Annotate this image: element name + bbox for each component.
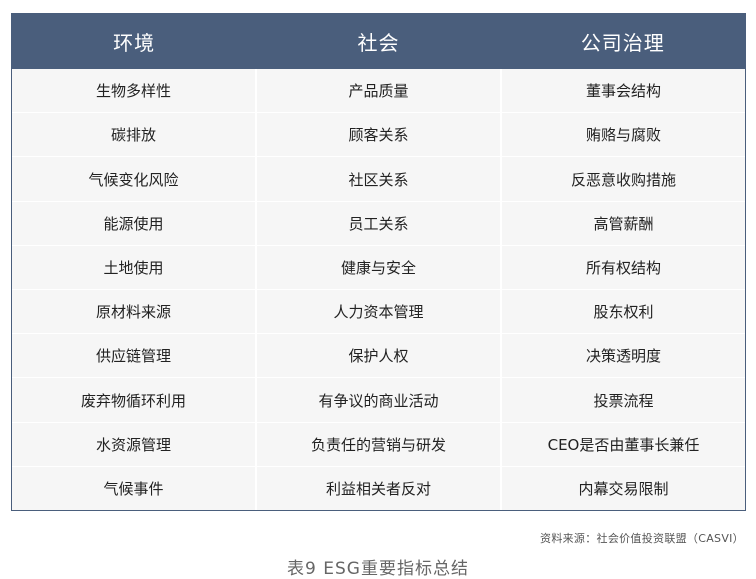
environment-cell: 原材料来源 (12, 290, 255, 334)
table-header-row: 环境 社会 公司治理 (12, 14, 745, 69)
governance-cell: 董事会结构 (500, 69, 745, 113)
governance-cell: 高管薪酬 (500, 201, 745, 245)
source-note: 资料来源：社会价值投资联盟（CASVI） (540, 532, 744, 545)
environment-cell: 水资源管理 (12, 422, 255, 466)
environment-cell: 生物多样性 (12, 69, 255, 113)
table-row: 碳排放 顾客关系 贿赂与腐败 (12, 113, 745, 158)
table-row: 水资源管理 负责任的营销与研发 CEO是否由董事长兼任 (12, 422, 745, 467)
governance-cell: 投票流程 (500, 378, 745, 422)
table-row: 供应链管理 保护人权 决策透明度 (12, 334, 745, 379)
social-cell: 利益相关者反对 (255, 466, 500, 511)
header-governance: 公司治理 (580, 31, 665, 55)
table-row: 气候变化风险 社区关系 反恶意收购措施 (12, 157, 745, 202)
table-row: 气候事件 利益相关者反对 内幕交易限制 (12, 466, 745, 511)
governance-cell: 所有权结构 (500, 245, 745, 290)
table-row: 土地使用 健康与安全 所有权结构 (12, 245, 745, 291)
esg-indicator-table: 环境 社会 公司治理 生物多样性 产品质量 董事会结构 碳排放 顾客关系 贿赂与… (11, 13, 746, 511)
social-cell: 社区关系 (255, 157, 500, 201)
environment-cell: 土地使用 (12, 245, 255, 290)
table-body: 生物多样性 产品质量 董事会结构 碳排放 顾客关系 贿赂与腐败 气候变化风险 社… (12, 69, 745, 511)
environment-cell: 碳排放 (12, 113, 255, 157)
environment-cell: 供应链管理 (12, 334, 255, 378)
governance-cell: 股东权利 (500, 290, 745, 334)
social-cell: 保护人权 (255, 334, 500, 378)
social-cell: 有争议的商业活动 (255, 378, 500, 422)
header-environment: 环境 (113, 31, 156, 55)
social-cell: 产品质量 (255, 69, 500, 113)
social-cell: 员工关系 (255, 201, 500, 245)
governance-cell: 决策透明度 (500, 334, 745, 378)
social-cell: 人力资本管理 (255, 290, 500, 334)
environment-cell: 气候事件 (12, 466, 255, 511)
governance-cell: CEO是否由董事长兼任 (500, 422, 745, 466)
environment-cell: 废弃物循环利用 (12, 378, 255, 422)
governance-cell: 反恶意收购措施 (500, 157, 745, 201)
environment-cell: 气候变化风险 (12, 157, 255, 201)
environment-cell: 能源使用 (12, 201, 255, 245)
table-row: 能源使用 员工关系 高管薪酬 (12, 201, 745, 246)
social-cell: 负责任的营销与研发 (255, 422, 500, 466)
governance-cell: 贿赂与腐败 (500, 113, 745, 157)
social-cell: 健康与安全 (255, 245, 500, 290)
table-row: 生物多样性 产品质量 董事会结构 (12, 69, 745, 114)
governance-cell: 内幕交易限制 (500, 466, 745, 511)
social-cell: 顾客关系 (255, 113, 500, 157)
table-caption: 表9 ESG重要指标总结 (287, 559, 469, 579)
table-row: 废弃物循环利用 有争议的商业活动 投票流程 (12, 378, 745, 423)
table-row: 原材料来源 人力资本管理 股东权利 (12, 290, 745, 335)
header-social: 社会 (357, 31, 400, 55)
